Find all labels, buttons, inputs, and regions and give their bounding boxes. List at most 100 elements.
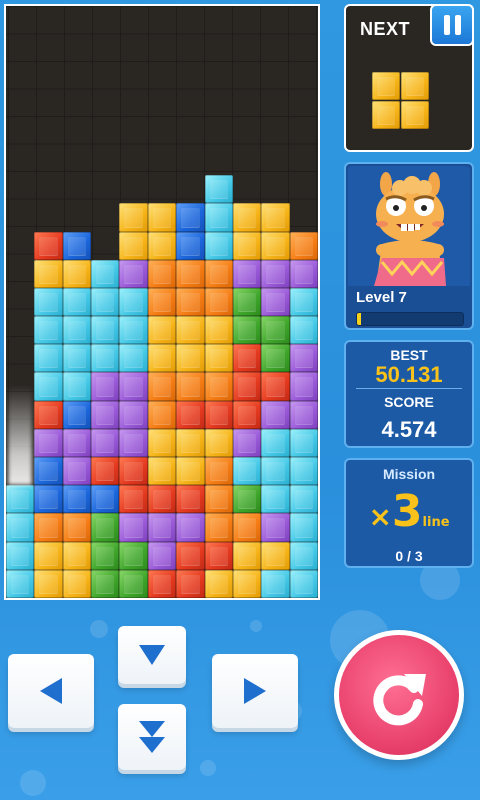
score-divider [356, 388, 462, 389]
board-block [232, 485, 262, 514]
level-panel: Level 7 [344, 162, 474, 330]
board-block [176, 428, 205, 458]
board-block [34, 372, 63, 401]
board-block [62, 400, 92, 429]
board-block [232, 428, 262, 458]
board-block [289, 231, 318, 260]
best-value: 50.131 [375, 362, 443, 387]
board-block [232, 287, 262, 317]
board-block [62, 569, 92, 598]
game-board[interactable] [4, 4, 320, 600]
mission-unit: line [422, 515, 450, 530]
board-block [232, 541, 262, 570]
move-right-button[interactable] [212, 654, 298, 728]
next-piece-preview [372, 72, 430, 130]
level-progress-fill [357, 313, 362, 325]
best-label: BEST [390, 347, 428, 363]
board-block [119, 259, 148, 288]
board-block [261, 231, 290, 260]
board-block [119, 344, 148, 373]
mission-multiplier: × [368, 500, 392, 533]
board-block [232, 231, 262, 260]
board-block [232, 316, 262, 345]
board-block [34, 457, 63, 486]
board-block [204, 400, 233, 429]
board-block [147, 231, 177, 260]
board-block [91, 372, 120, 401]
board-block [6, 485, 35, 514]
board-block [147, 428, 177, 458]
next-piece-block [372, 101, 400, 129]
board-block [204, 513, 233, 542]
board-block [261, 513, 290, 542]
board-block [261, 400, 290, 429]
board-block [6, 569, 35, 598]
rotate-button[interactable] [334, 630, 464, 760]
line-clear-sparkle [8, 385, 32, 485]
hard-drop-button[interactable] [118, 704, 186, 770]
board-block [62, 457, 92, 486]
board-block [176, 287, 205, 317]
board-block [289, 457, 318, 486]
board-block [232, 569, 262, 598]
board-block [34, 485, 63, 514]
board-block [232, 372, 262, 401]
board-block [91, 541, 120, 570]
move-left-button[interactable] [8, 654, 94, 728]
soft-drop-button[interactable] [118, 626, 186, 684]
board-block [289, 287, 318, 317]
board-block [204, 457, 233, 486]
board-block [289, 513, 318, 542]
board-block [204, 287, 233, 317]
board-block [176, 485, 205, 514]
board-block [119, 485, 148, 514]
board-block [204, 541, 233, 570]
board-block [91, 316, 120, 345]
board-block [176, 259, 205, 288]
board-block [204, 175, 233, 204]
board-block [91, 287, 120, 317]
board-block [176, 457, 205, 486]
board-block [34, 287, 63, 317]
board-block [147, 513, 177, 542]
board-block [91, 428, 120, 458]
board-block [34, 316, 63, 345]
board-block [62, 344, 92, 373]
board-block [91, 485, 120, 514]
board-block [261, 569, 290, 598]
board-block [62, 541, 92, 570]
board-block [147, 259, 177, 288]
board-block [204, 485, 233, 514]
board-block [147, 287, 177, 317]
board-block [289, 485, 318, 514]
pause-button[interactable] [430, 4, 474, 46]
board-block [261, 428, 290, 458]
board-block [147, 344, 177, 373]
double-triangle-down-icon [139, 721, 165, 753]
triangle-left-icon [40, 678, 62, 704]
board-block [176, 316, 205, 345]
mission-progress: 0 / 3 [395, 548, 423, 564]
board-block [289, 316, 318, 345]
board-block [34, 400, 63, 429]
board-block [232, 203, 262, 232]
board-block [204, 428, 233, 458]
board-block [34, 428, 63, 458]
board-block [204, 259, 233, 288]
level-progress-bar [356, 312, 464, 326]
board-block [62, 287, 92, 317]
board-block [119, 513, 148, 542]
board-block [147, 203, 177, 232]
board-block [119, 372, 148, 401]
board-block [232, 457, 262, 486]
board-block [261, 344, 290, 373]
pause-icon [444, 15, 450, 35]
board-block [204, 569, 233, 598]
board-block [34, 513, 63, 542]
board-block [119, 400, 148, 429]
llama-character-icon [374, 172, 446, 286]
board-block [232, 400, 262, 429]
board-block [91, 259, 120, 288]
board-block [34, 231, 63, 260]
triangle-down-icon [139, 645, 165, 665]
